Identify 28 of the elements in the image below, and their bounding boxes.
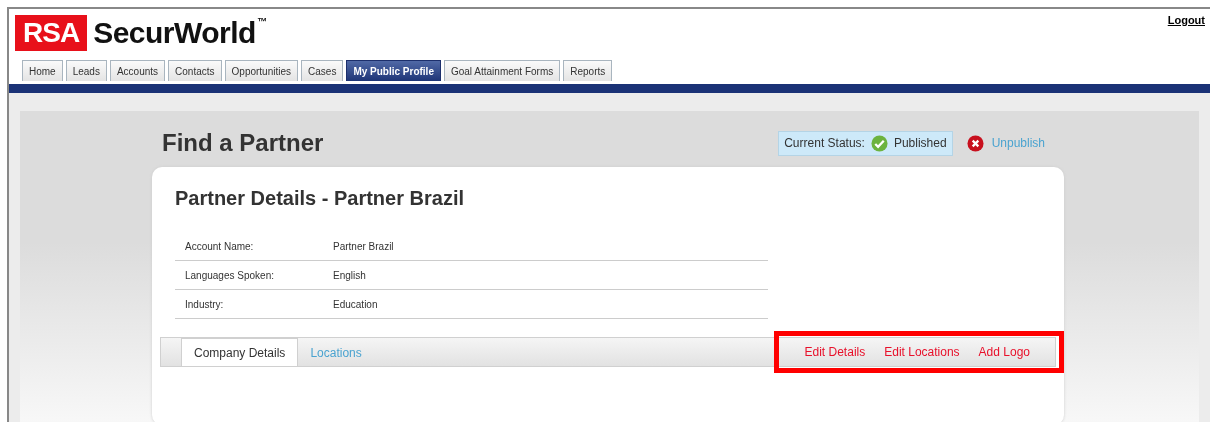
page-title: Find a Partner [162,129,325,157]
nav-tab[interactable]: My Public Profile [346,60,441,81]
close-icon [966,134,984,152]
action-link[interactable]: Edit Details [794,345,875,359]
detail-label: Languages Spoken: [175,260,323,290]
detail-label: Account Name: [175,232,323,261]
trademark-sign: ™ [256,15,267,29]
nav-tab[interactable]: Accounts [109,60,166,81]
nav-tab[interactable]: Opportunities [224,60,299,81]
detail-value: English [323,260,768,290]
nav-tab[interactable]: Cases [301,60,344,81]
action-link[interactable]: Add Logo [968,345,1039,359]
action-link[interactable]: Edit Locations [874,345,969,359]
nav-tab[interactable]: Goal Attainment Forms [443,60,561,81]
nav-tab[interactable]: Home [22,60,63,81]
nav-tab[interactable]: Leads [65,60,107,81]
nav-tab[interactable]: Reports [563,60,613,81]
nav-tab[interactable]: Contacts [168,60,222,81]
status-label: Current Status: [784,136,865,150]
logo-wordmark: SecurWorld [93,15,256,51]
detail-value: Partner Brazil [323,232,768,261]
detail-label: Industry: [175,289,323,319]
status-value: Published [893,136,947,150]
logout-link[interactable]: Logout [1167,14,1205,26]
section-tab[interactable]: Company Details [181,338,299,366]
detail-value: Education [323,289,768,319]
card-title: Partner Details - Partner Brazil [175,187,465,210]
logo-mark: RSA [15,15,88,51]
